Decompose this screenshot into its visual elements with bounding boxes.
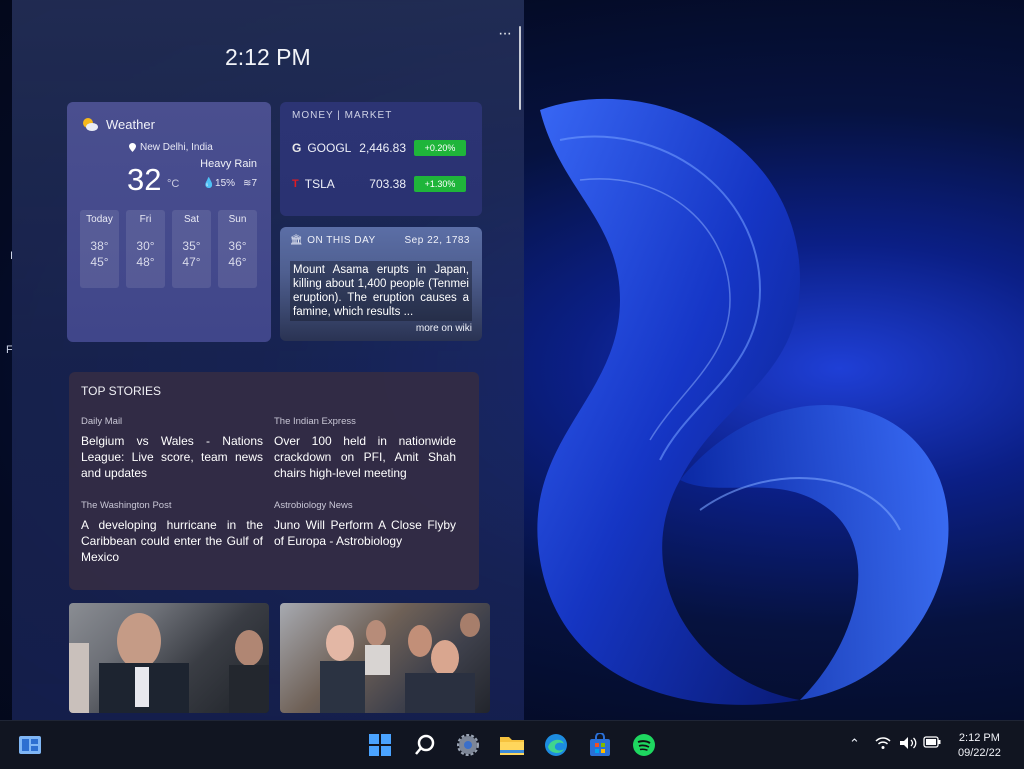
story-item[interactable]: Daily Mail Belgium vs Wales - Nations Le… (81, 416, 263, 481)
taskbar-time: 2:12 PM (958, 732, 1000, 744)
museum-icon: 🏛 (290, 235, 304, 246)
news-photo (69, 613, 269, 713)
on-this-day-header: 🏛 ON THIS DAY (290, 235, 376, 246)
story-source: Daily Mail (81, 416, 123, 427)
forecast-day-name: Today (86, 214, 113, 225)
more-options-icon[interactable]: ··· (498, 25, 512, 43)
money-header: MONEY | MARKET (292, 110, 393, 121)
battery-icon[interactable] (923, 736, 941, 751)
partly-cloudy-icon (81, 116, 99, 132)
forecast-day[interactable]: Fri 30° 48° (126, 210, 165, 288)
story-headline[interactable]: Juno Will Perform A Close Flyby of Europ… (274, 517, 456, 549)
top-stories-card: TOP STORIES Daily Mail Belgium vs Wales … (69, 372, 479, 590)
story-headline[interactable]: Over 100 held in nationwide crackdown on… (274, 433, 456, 481)
stock-symbol: T TSLA (292, 177, 350, 191)
forecast-day-low: 48° (136, 255, 155, 269)
stock-price: 2,446.83 (359, 141, 406, 155)
pane-scrollbar[interactable] (519, 26, 521, 110)
stock-change: +0.20% (414, 140, 466, 156)
raindrop-icon: 💧 (202, 178, 216, 189)
forecast-day-low: 46° (228, 255, 247, 269)
story-item[interactable]: Astrobiology News Juno Will Perform A Cl… (274, 500, 456, 549)
forecast-day-high: 38° (90, 239, 109, 253)
spotify-icon[interactable] (630, 731, 658, 759)
stock-symbol-label: GOOGL (307, 141, 352, 155)
settings-icon[interactable] (454, 731, 482, 759)
stock-symbol: G GOOGL (292, 141, 352, 155)
taskbar-clock[interactable]: 2:12 PM 09/22/22 (958, 731, 1001, 761)
wallpaper-bloom (500, 80, 980, 720)
story-source: Astrobiology News (274, 500, 353, 511)
widgets-pane: 2:12 PM ··· Weather New Delhi, India 32 … (12, 0, 524, 720)
start-icon[interactable] (366, 731, 394, 759)
on-this-day-label: ON THIS DAY (307, 235, 376, 246)
money-market-card[interactable]: MONEY | MARKET G GOOGL 2,446.83 +0.20% T… (280, 102, 482, 216)
forecast-day-name: Sat (183, 214, 199, 225)
stock-row[interactable]: G GOOGL 2,446.83 +0.20% (292, 140, 466, 156)
volume-icon[interactable] (899, 736, 917, 753)
precipitation: 💧15% (202, 178, 236, 189)
show-hidden-icons-icon[interactable]: ⌃ (849, 736, 860, 752)
google-icon: G (292, 141, 302, 155)
forecast-days: Today 38° 45° Fri 30° 48° Sat 35° 47° Su… (80, 210, 257, 288)
forecast-day-name: Fri (139, 214, 152, 225)
story-item[interactable]: The Indian Express Over 100 held in nati… (274, 416, 456, 481)
more-on-wiki-link[interactable]: more on wiki (416, 323, 472, 334)
top-stories-title: TOP STORIES (81, 384, 162, 398)
edge-icon[interactable] (542, 731, 570, 759)
wind: ≋7 (243, 178, 257, 189)
story-source: The Washington Post (81, 500, 172, 511)
story-headline[interactable]: A developing hurricane in the Caribbean … (81, 517, 263, 565)
on-this-day-text: Mount Asama erupts in Japan, killing abo… (290, 261, 472, 321)
weather-condition: Heavy Rain (200, 158, 257, 170)
forecast-day-high: 35° (182, 239, 201, 253)
story-source: The Indian Express (274, 416, 356, 427)
tesla-icon: T (292, 178, 299, 190)
forecast-day-name: Sun (228, 214, 247, 225)
forecast-day-high: 36° (228, 239, 247, 253)
stock-symbol-label: TSLA (304, 177, 335, 191)
weather-title: Weather (81, 116, 155, 132)
story-headline[interactable]: Belgium vs Wales - Nations League: Live … (81, 433, 263, 481)
weather-location: New Delhi, India (129, 142, 213, 153)
temperature-unit: °C (167, 178, 180, 190)
stock-change: +1.30% (414, 176, 466, 192)
on-this-day-date: Sep 22, 1783 (404, 235, 470, 246)
taskbar: ⌃ 2:12 PM 09/22/22 (0, 720, 1024, 769)
story-item[interactable]: The Washington Post A developing hurrica… (81, 500, 263, 565)
weather-title-label: Weather (106, 116, 155, 132)
weather-meta: 💧15% ≋7 (203, 178, 257, 189)
news-photo (320, 613, 480, 713)
store-icon[interactable] (586, 731, 614, 759)
location-label: New Delhi, India (140, 142, 213, 153)
temperature: 32 (127, 162, 162, 197)
location-pin-icon (129, 143, 136, 152)
file-explorer-icon[interactable] (498, 731, 526, 759)
forecast-day-high: 30° (136, 239, 155, 253)
forecast-day[interactable]: Sun 36° 46° (218, 210, 257, 288)
wifi-icon[interactable] (875, 736, 891, 753)
forecast-day[interactable]: Sat 35° 47° (172, 210, 211, 288)
taskbar-date: 09/22/22 (958, 747, 1001, 759)
forecast-day-low: 45° (90, 255, 109, 269)
stock-row[interactable]: T TSLA 703.38 +1.30% (292, 176, 466, 192)
stock-price: 703.38 (369, 177, 406, 191)
news-photo-card[interactable] (69, 603, 269, 713)
widgets-icon[interactable] (16, 731, 44, 759)
on-this-day-card[interactable]: 🏛 ON THIS DAY Sep 22, 1783 Mount Asama e… (280, 227, 482, 341)
news-photo-card[interactable] (280, 603, 490, 713)
forecast-day-low: 47° (182, 255, 201, 269)
forecast-day[interactable]: Today 38° 45° (80, 210, 119, 288)
pane-clock: 2:12 PM (225, 44, 311, 70)
weather-card[interactable]: Weather New Delhi, India 32 °C Heavy Rai… (67, 102, 271, 342)
search-icon[interactable] (411, 731, 439, 759)
